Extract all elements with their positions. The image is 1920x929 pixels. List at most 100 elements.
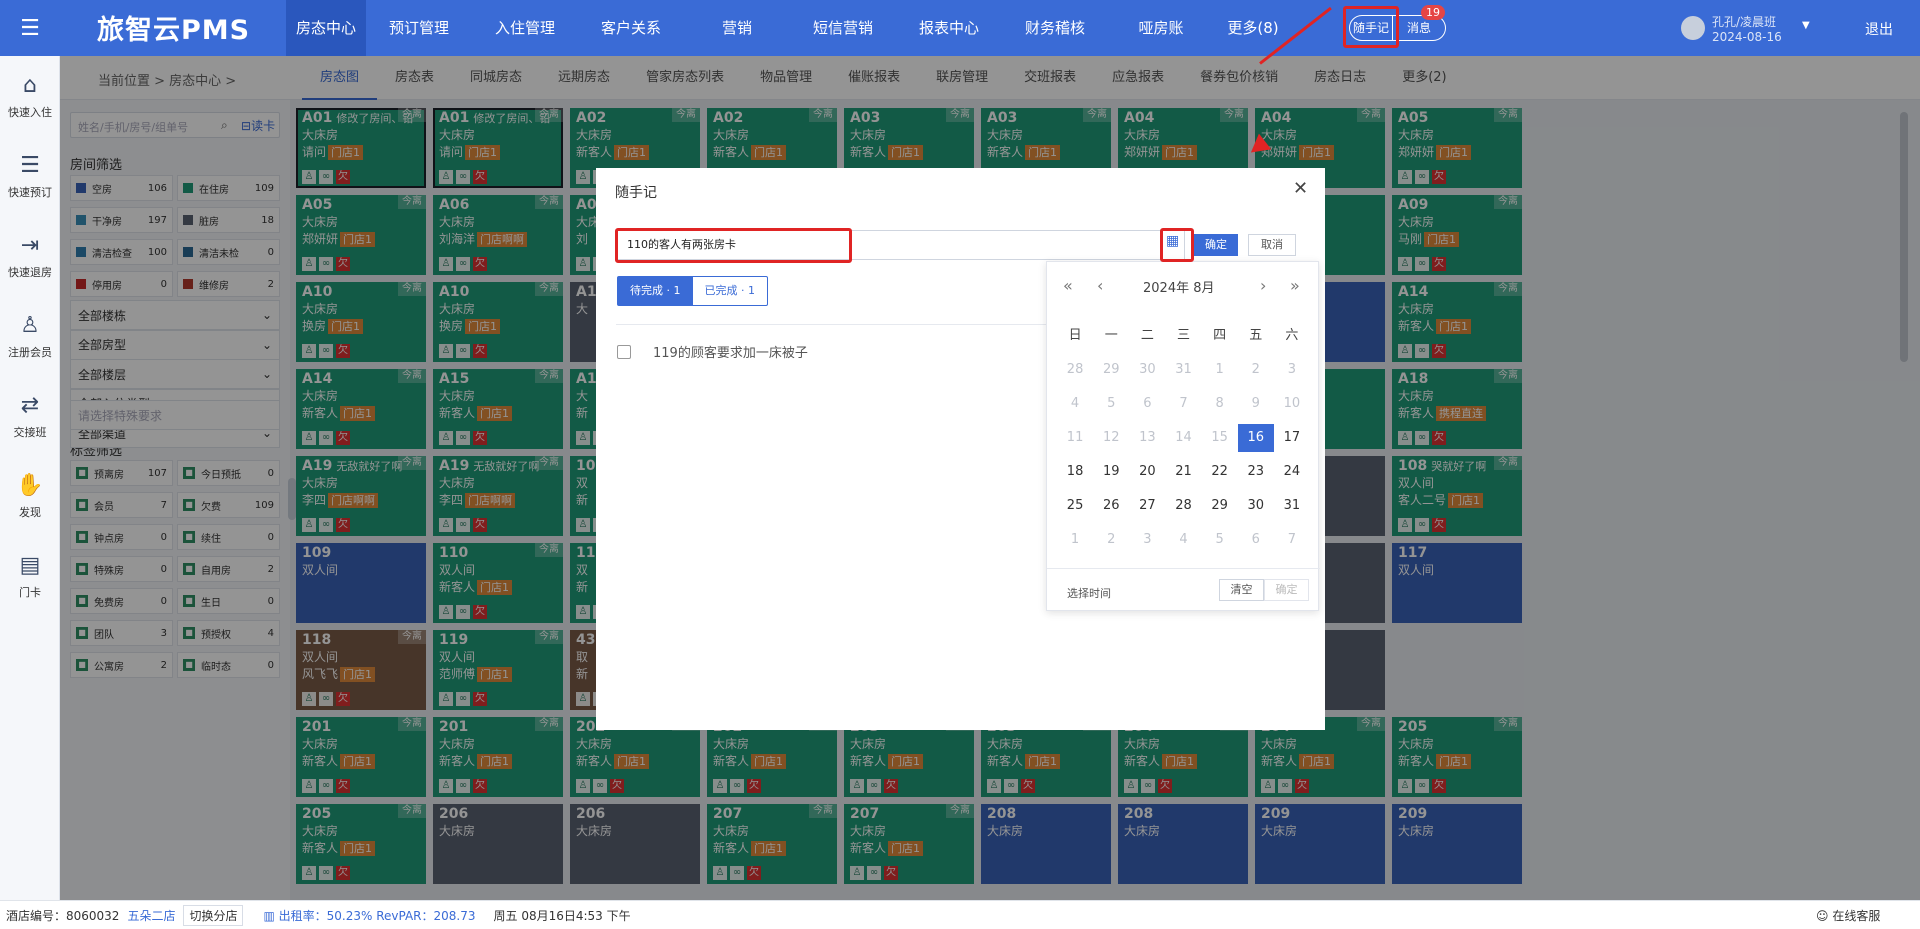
user-name[interactable]: 孔孔/凌晨班 (1712, 13, 1776, 30)
calendar-day: 5 (1215, 532, 1224, 547)
chevron-down-icon[interactable]: ▼ (1802, 20, 1810, 31)
logout-link[interactable]: 退出 (1865, 19, 1893, 39)
memo-tabs: 待完成 · 1 已完成 · 1 (617, 276, 768, 306)
calendar-day: 4 (1179, 532, 1188, 547)
prev-year-icon[interactable]: « (1063, 276, 1073, 295)
date-picker: « ‹ 2024年 8月 › » 日一二三四五六 28 29 30 31 1 2 3 4 5 6 7 8… (1046, 261, 1320, 611)
checkout-icon: ⇥ (20, 232, 40, 258)
prev-month-icon[interactable]: ‹ (1097, 276, 1103, 295)
dialog-title: 随手记 (615, 185, 657, 201)
quick-action-label: 门卡 (19, 585, 41, 599)
confirm-button[interactable]: 确定 (1194, 234, 1238, 256)
status-bar: 酒店编号：8060032 五朵二店 切换分店 ▥ 出租率：50.23% RevP… (0, 900, 1920, 929)
calendar-grid: 日一二三四五六 28 29 30 31 1 2 3 4 5 6 7 8 9 10 11 12 13 14 15 16 17… (1057, 322, 1310, 554)
calendar-day: 4 (1070, 396, 1080, 411)
calendar-day: 13 (1139, 430, 1156, 445)
date-confirm-button[interactable]: 确定 (1264, 579, 1309, 601)
calendar-day[interactable]: 24 (1274, 458, 1310, 486)
online-service-label: 在线客服 (1832, 909, 1881, 923)
top-header: ☰ 旅智云PMS 房态中心 预订管理 入住管理 客户关系 营销 短信营销 报表中心 财务稽核哑… (0, 0, 1920, 56)
calendar-day[interactable]: 23 (1238, 458, 1274, 486)
nav-item[interactable]: 预订管理 (366, 0, 472, 56)
calendar-day: 2 (1107, 532, 1116, 547)
current-time: 周五 08月16日4:53 下午 (493, 908, 631, 923)
weekday-label: 五 (1249, 328, 1263, 343)
quick-action-item[interactable]: ✋ 发现 (0, 456, 60, 536)
close-icon[interactable]: ✕ (1293, 178, 1308, 199)
weekday-label: 六 (1285, 328, 1299, 343)
calendar-day: 15 (1211, 430, 1228, 445)
calendar-day[interactable]: 25 (1057, 492, 1093, 520)
calendar-day: 11 (1066, 430, 1084, 445)
online-service[interactable]: ☺ 在线客服 (1816, 907, 1880, 924)
nav-item[interactable]: 短信营销 (790, 0, 896, 56)
quick-action-item[interactable]: ⌂ 快速入住 (0, 56, 60, 136)
calendar-day: 14 (1175, 430, 1192, 445)
quick-action-item[interactable]: ♙ 注册会员 (0, 296, 60, 376)
calendar-day: 9 (1251, 396, 1260, 411)
calendar-day[interactable]: 29 (1202, 492, 1238, 520)
calendar-day[interactable]: 30 (1238, 492, 1274, 520)
date-picker-title: 2024年 8月 (1143, 281, 1215, 296)
calendar-day[interactable]: 27 (1129, 492, 1165, 520)
nav-item[interactable]: 哑房账 (1108, 0, 1214, 56)
quick-action-label: 快速退房 (8, 265, 52, 279)
task-item: 119的顾客要求加一床被子 (617, 342, 808, 361)
nav-item[interactable]: 财务稽核 (1002, 0, 1108, 56)
calendar-day: 5 (1107, 396, 1116, 411)
nav-item[interactable]: 报表中心 (896, 0, 1002, 56)
weekday-label: 二 (1140, 328, 1154, 343)
store-name[interactable]: 五朵二店 (127, 907, 175, 924)
avatar[interactable] (1681, 16, 1705, 40)
nav-item[interactable]: 入住管理 (472, 0, 578, 56)
switch-store-button[interactable]: 切换分店 (183, 904, 244, 926)
calendar-day: 2 (1251, 362, 1260, 377)
select-time-link[interactable]: 选择时间 (1067, 585, 1111, 601)
weekday-label: 四 (1213, 328, 1227, 343)
nav-item[interactable]: 房态中心 (286, 0, 366, 56)
next-year-icon[interactable]: » (1290, 276, 1300, 295)
weekday-label: 日 (1068, 328, 1082, 343)
calendar-day[interactable]: 31 (1274, 492, 1310, 520)
calendar-day: 3 (1287, 362, 1297, 377)
occupancy-stats-text: 出租率：50.23% RevPAR：208.73 (278, 908, 476, 923)
quick-action-label: 注册会员 (8, 345, 52, 359)
calendar-day: 3 (1143, 532, 1152, 547)
calendar-day[interactable]: 18 (1057, 458, 1093, 486)
tab-pending[interactable]: 待完成 · 1 (618, 277, 693, 305)
calendar-day[interactable]: 17 (1274, 424, 1310, 452)
main-nav: 房态中心 预订管理 入住管理 客户关系 营销 短信营销 报表中心 财务稽核 哑房账 更多(8) (286, 0, 1292, 56)
calendar-day[interactable]: 20 (1129, 458, 1165, 486)
nav-item[interactable]: 客户关系 (578, 0, 684, 56)
menu-toggle-icon[interactable]: ☰ (0, 0, 60, 56)
calendar-day[interactable]: 26 (1093, 492, 1129, 520)
shift-icon: ⇄ (20, 392, 40, 418)
home-icon: ⌂ (23, 72, 37, 98)
cancel-button[interactable]: 取消 (1248, 234, 1296, 256)
weekday-label: 一 (1104, 328, 1118, 343)
calendar-day: 10 (1283, 396, 1301, 411)
nav-item[interactable]: 营销 (684, 0, 790, 56)
business-date: 2024-08-16 (1712, 30, 1782, 44)
calendar-day: 6 (1251, 532, 1260, 547)
quick-action-item[interactable]: ▤ 门卡 (0, 536, 60, 616)
tab-done[interactable]: 已完成 · 1 (693, 277, 768, 305)
weekday-label: 三 (1176, 328, 1190, 343)
app-logo: 旅智云PMS (97, 15, 251, 46)
clear-button[interactable]: 清空 (1219, 579, 1264, 601)
task-text: 119的顾客要求加一床被子 (653, 346, 808, 361)
next-month-icon[interactable]: › (1260, 276, 1266, 295)
quick-action-item[interactable]: ⇄ 交接班 (0, 376, 60, 456)
occupancy-stats[interactable]: ▥ 出租率：50.23% RevPAR：208.73 (263, 907, 475, 924)
calendar-day[interactable]: 28 (1165, 492, 1201, 520)
quick-action-label: 快速入住 (8, 105, 52, 119)
calendar-day[interactable]: 19 (1093, 458, 1129, 486)
highlight-box-input (615, 228, 852, 263)
quick-action-item[interactable]: ☰ 快速预订 (0, 136, 60, 216)
calendar-day[interactable]: 16 (1237, 424, 1274, 452)
calendar-list-icon: ☰ (20, 152, 40, 178)
quick-action-item[interactable]: ⇥ 快速退房 (0, 216, 60, 296)
task-checkbox[interactable] (617, 344, 631, 359)
calendar-day[interactable]: 22 (1202, 458, 1238, 486)
calendar-day[interactable]: 21 (1165, 458, 1201, 486)
